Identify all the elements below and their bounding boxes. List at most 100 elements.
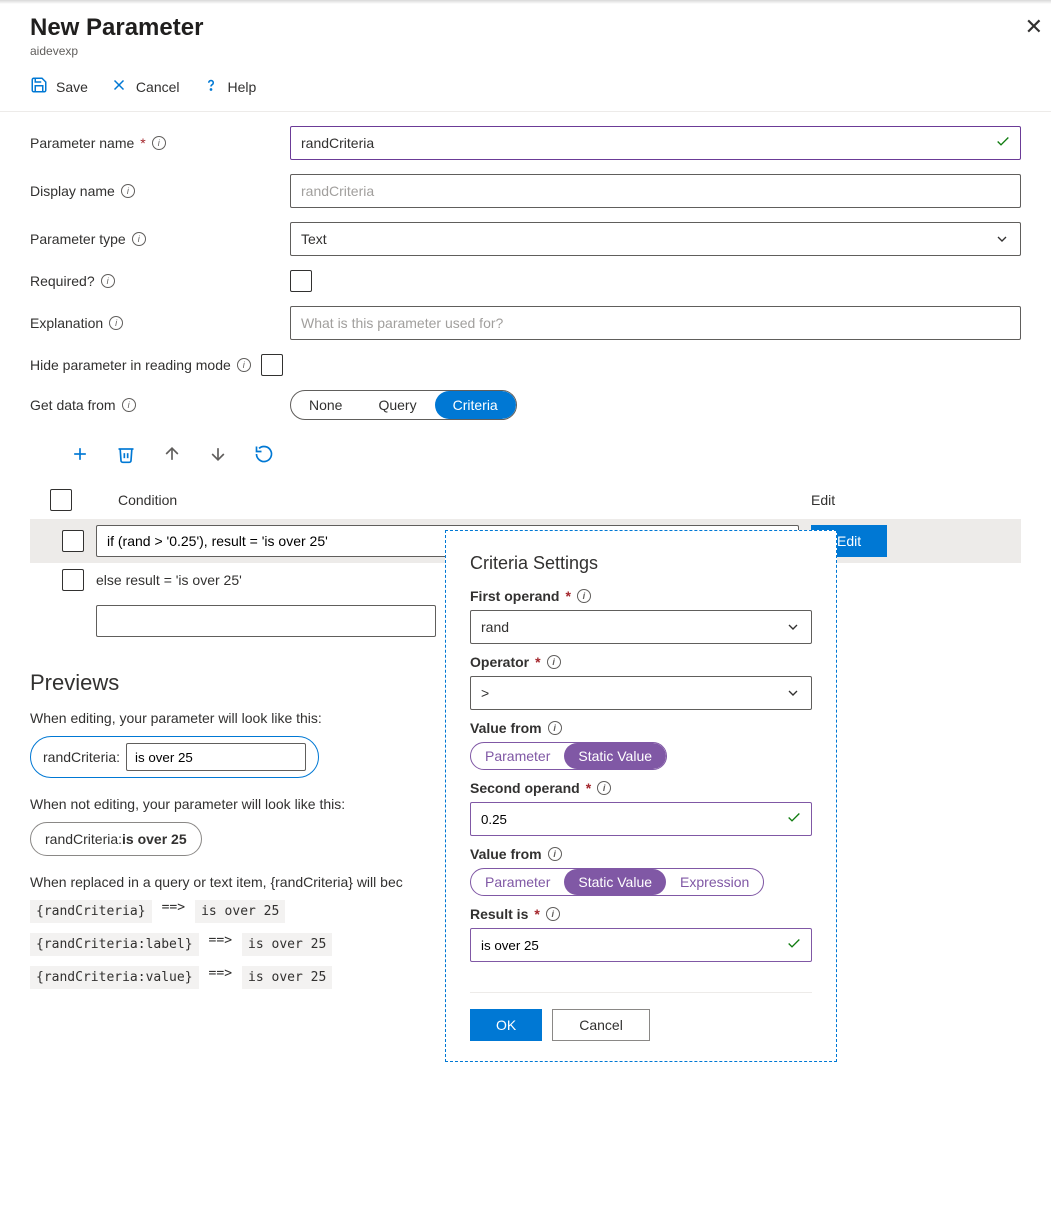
- seg-static[interactable]: Static Value: [564, 869, 666, 895]
- code-op: ==>: [209, 933, 232, 956]
- close-button[interactable]: ✕: [1025, 14, 1043, 40]
- save-button[interactable]: Save: [30, 76, 88, 97]
- info-icon[interactable]: i: [122, 398, 136, 412]
- info-icon[interactable]: i: [597, 781, 611, 795]
- help-button[interactable]: Help: [202, 76, 257, 97]
- operator-value: >: [481, 685, 489, 701]
- move-down-button[interactable]: [208, 444, 228, 467]
- row-checkbox[interactable]: [62, 530, 84, 552]
- value-from-label: Value from: [470, 846, 542, 862]
- required-label: Required?: [30, 273, 95, 289]
- valid-check-icon: [786, 810, 802, 829]
- preview-value: is over 25: [122, 831, 187, 847]
- seg-none[interactable]: None: [291, 391, 360, 419]
- cancel-icon: [110, 76, 128, 97]
- code-op: ==>: [162, 900, 185, 923]
- param-type-select[interactable]: Text: [290, 222, 1021, 256]
- popup-title: Criteria Settings: [470, 553, 812, 574]
- result-label: Result is: [470, 906, 528, 922]
- hide-checkbox[interactable]: [261, 354, 283, 376]
- valid-check-icon: [995, 134, 1011, 153]
- code-left: {randCriteria}: [30, 900, 152, 923]
- value-from-segmented-1[interactable]: Parameter Static Value: [470, 742, 667, 770]
- criteria-settings-popup: Criteria Settings First operand * i rand…: [445, 530, 837, 1062]
- column-edit: Edit: [811, 492, 1021, 508]
- required-asterisk: *: [140, 135, 145, 151]
- cancel-label: Cancel: [136, 79, 180, 95]
- info-icon[interactable]: i: [237, 358, 251, 372]
- get-data-label: Get data from: [30, 397, 116, 413]
- seg-parameter[interactable]: Parameter: [471, 743, 564, 769]
- cancel-button[interactable]: Cancel: [110, 76, 180, 97]
- valid-check-icon: [786, 936, 802, 955]
- info-icon[interactable]: i: [577, 589, 591, 603]
- select-all-checkbox[interactable]: [50, 489, 72, 511]
- code-left: {randCriteria:label}: [30, 933, 199, 956]
- operator-select[interactable]: >: [470, 676, 812, 710]
- chevron-down-icon: [785, 685, 801, 701]
- seg-static[interactable]: Static Value: [564, 743, 666, 769]
- explanation-input[interactable]: [290, 306, 1021, 340]
- code-right: is over 25: [242, 933, 332, 956]
- code-left: {randCriteria:value}: [30, 966, 199, 989]
- seg-query[interactable]: Query: [360, 391, 434, 419]
- preview-readonly-pill: randCriteria: is over 25: [30, 822, 202, 856]
- save-label: Save: [56, 79, 88, 95]
- get-data-segmented[interactable]: None Query Criteria: [290, 390, 517, 420]
- result-input[interactable]: [470, 928, 812, 962]
- info-icon[interactable]: i: [121, 184, 135, 198]
- preview-label: randCriteria:: [43, 749, 120, 765]
- seg-parameter[interactable]: Parameter: [471, 869, 564, 895]
- explanation-label: Explanation: [30, 315, 103, 331]
- help-label: Help: [228, 79, 257, 95]
- display-name-label: Display name: [30, 183, 115, 199]
- first-operand-label: First operand: [470, 588, 559, 604]
- code-right: is over 25: [195, 900, 285, 923]
- info-icon[interactable]: i: [152, 136, 166, 150]
- preview-editing-pill: randCriteria:: [30, 736, 319, 778]
- chevron-down-icon: [785, 619, 801, 635]
- seg-expression[interactable]: Expression: [666, 869, 763, 895]
- delete-button[interactable]: [116, 444, 136, 467]
- chevron-down-icon: [994, 231, 1010, 247]
- code-right: is over 25: [242, 966, 332, 989]
- condition-input-empty[interactable]: [96, 605, 436, 637]
- first-operand-value: rand: [481, 619, 509, 635]
- preview-input[interactable]: [126, 743, 306, 771]
- info-icon[interactable]: i: [548, 721, 562, 735]
- info-icon[interactable]: i: [548, 847, 562, 861]
- move-up-button[interactable]: [162, 444, 182, 467]
- operator-label: Operator: [470, 654, 529, 670]
- code-op: ==>: [209, 966, 232, 989]
- condition-text: else result = 'is over 25': [96, 572, 242, 588]
- required-checkbox[interactable]: [290, 270, 312, 292]
- refresh-button[interactable]: [254, 444, 274, 467]
- second-operand-input[interactable]: [470, 802, 812, 836]
- save-icon: [30, 76, 48, 97]
- info-icon[interactable]: i: [109, 316, 123, 330]
- param-type-value: Text: [301, 231, 327, 247]
- seg-criteria[interactable]: Criteria: [435, 391, 516, 419]
- display-name-input[interactable]: [290, 174, 1021, 208]
- value-from-segmented-2[interactable]: Parameter Static Value Expression: [470, 868, 764, 896]
- add-button[interactable]: [70, 444, 90, 467]
- row-checkbox[interactable]: [62, 569, 84, 591]
- info-icon[interactable]: i: [101, 274, 115, 288]
- param-name-label: Parameter name: [30, 135, 134, 151]
- info-icon[interactable]: i: [547, 655, 561, 669]
- panel-subtitle: aidevexp: [30, 44, 1021, 58]
- info-icon[interactable]: i: [132, 232, 146, 246]
- hide-label: Hide parameter in reading mode: [30, 357, 231, 373]
- second-operand-label: Second operand: [470, 780, 580, 796]
- help-icon: [202, 76, 220, 97]
- param-type-label: Parameter type: [30, 231, 126, 247]
- column-condition: Condition: [118, 492, 811, 508]
- value-from-label: Value from: [470, 720, 542, 736]
- cancel-button[interactable]: Cancel: [552, 1009, 650, 1041]
- first-operand-select[interactable]: rand: [470, 610, 812, 644]
- ok-button[interactable]: OK: [470, 1009, 542, 1041]
- panel-title: New Parameter: [30, 14, 1021, 42]
- preview-label: randCriteria:: [45, 831, 122, 847]
- param-name-input[interactable]: [290, 126, 1021, 160]
- info-icon[interactable]: i: [546, 907, 560, 921]
